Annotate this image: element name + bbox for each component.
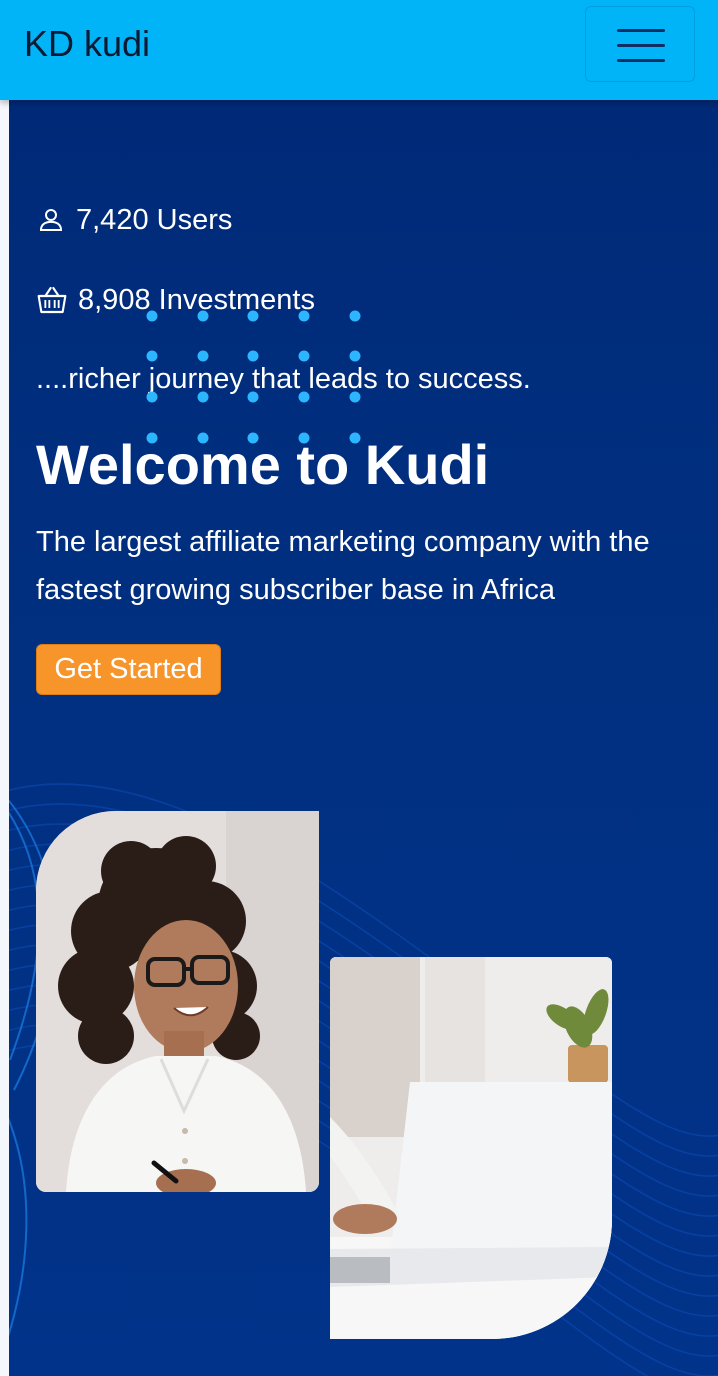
dot-grid-decoration (146, 310, 361, 444)
users-label: Users (156, 203, 233, 236)
basket-icon (37, 286, 67, 314)
navbar: KD kudi (0, 0, 718, 100)
users-stat: 7,420 Users (36, 200, 232, 240)
laptop-illustration (330, 957, 612, 1339)
user-icon (39, 209, 63, 231)
hero-subtitle-line-1: The largest affiliate marketing company … (36, 526, 650, 558)
hero-section: 7,420 Users 8,908 Investments ....richer… (0, 100, 718, 1376)
hero-subtitle: The largest affiliate marketing company … (36, 518, 718, 614)
menu-toggle-button[interactable] (585, 6, 695, 82)
users-count: 7,420 (76, 203, 149, 236)
left-edge-strip (0, 100, 9, 1376)
get-started-button[interactable]: Get Started (36, 644, 221, 695)
woman-photo (36, 811, 319, 1192)
hero-subtitle-line-2: fastest growing subscriber base in Afric… (36, 574, 556, 606)
woman-illustration (36, 811, 319, 1192)
brand-logo[interactable]: KD kudi (24, 22, 150, 66)
laptop-photo (330, 957, 612, 1339)
